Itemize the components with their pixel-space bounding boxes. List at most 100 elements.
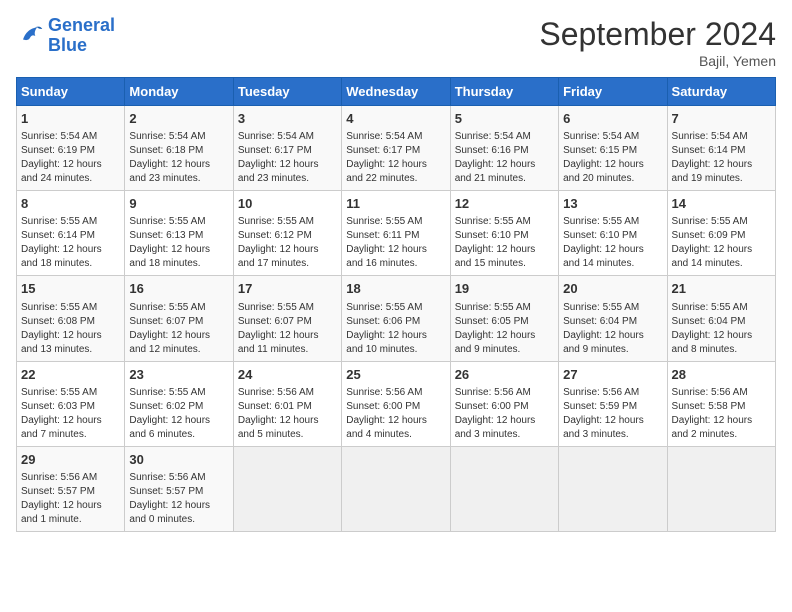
day-info: Sunrise: 5:54 AM Sunset: 6:18 PM Dayligh…: [129, 130, 228, 186]
calendar-cell: [342, 446, 450, 531]
day-info: Sunrise: 5:56 AM Sunset: 5:57 PM Dayligh…: [129, 471, 228, 527]
calendar-cell: 7 Sunrise: 5:54 AM Sunset: 6:14 PM Daylig…: [667, 106, 775, 191]
calendar-cell: 6 Sunrise: 5:54 AM Sunset: 6:15 PM Daylig…: [559, 106, 667, 191]
week-row-2: 8 Sunrise: 5:55 AM Sunset: 6:14 PM Daylig…: [17, 191, 776, 276]
day-number: 20: [563, 280, 662, 298]
day-info: Sunrise: 5:55 AM Sunset: 6:12 PM Dayligh…: [238, 215, 337, 271]
calendar-cell: 2 Sunrise: 5:54 AM Sunset: 6:18 PM Daylig…: [125, 106, 233, 191]
day-info: Sunrise: 5:54 AM Sunset: 6:16 PM Dayligh…: [455, 130, 554, 186]
day-number: 14: [672, 195, 771, 213]
logo-icon: [16, 22, 44, 50]
day-number: 17: [238, 280, 337, 298]
calendar-cell: [559, 446, 667, 531]
title-block: September 2024 Bajil, Yemen: [539, 16, 776, 69]
day-number: 8: [21, 195, 120, 213]
calendar-cell: 25 Sunrise: 5:56 AM Sunset: 6:00 PM Dayli…: [342, 361, 450, 446]
calendar-cell: 16 Sunrise: 5:55 AM Sunset: 6:07 PM Dayli…: [125, 276, 233, 361]
day-number: 24: [238, 366, 337, 384]
day-number: 23: [129, 366, 228, 384]
day-info: Sunrise: 5:54 AM Sunset: 6:19 PM Dayligh…: [21, 130, 120, 186]
day-number: 16: [129, 280, 228, 298]
day-number: 25: [346, 366, 445, 384]
calendar-cell: 17Sunrise: 5:55 AM Sunset: 6:07 PM Dayli…: [233, 276, 341, 361]
calendar-cell: [450, 446, 558, 531]
day-info: Sunrise: 5:54 AM Sunset: 6:17 PM Dayligh…: [238, 130, 337, 186]
day-info: Sunrise: 5:55 AM Sunset: 6:06 PM Dayligh…: [346, 301, 445, 357]
day-number: 27: [563, 366, 662, 384]
day-number: 13: [563, 195, 662, 213]
day-number: 18: [346, 280, 445, 298]
day-info: Sunrise: 5:55 AM Sunset: 6:09 PM Dayligh…: [672, 215, 771, 271]
day-info: Sunrise: 5:55 AM Sunset: 6:10 PM Dayligh…: [455, 215, 554, 271]
day-info: Sunrise: 5:56 AM Sunset: 5:59 PM Dayligh…: [563, 386, 662, 442]
day-info: Sunrise: 5:54 AM Sunset: 6:17 PM Dayligh…: [346, 130, 445, 186]
day-info: Sunrise: 5:55 AM Sunset: 6:14 PM Dayligh…: [21, 215, 120, 271]
column-header-friday: Friday: [559, 78, 667, 106]
day-info: Sunrise: 5:55 AM Sunset: 6:11 PM Dayligh…: [346, 215, 445, 271]
day-info: Sunrise: 5:55 AM Sunset: 6:07 PM Dayligh…: [129, 301, 228, 357]
calendar-cell: 14 Sunrise: 5:55 AM Sunset: 6:09 PM Dayli…: [667, 191, 775, 276]
day-number: 4: [346, 110, 445, 128]
week-row-5: 29 Sunrise: 5:56 AM Sunset: 5:57 PM Dayli…: [17, 446, 776, 531]
page-header: General Blue September 2024 Bajil, Yemen: [16, 16, 776, 69]
day-info: Sunrise: 5:56 AM Sunset: 5:58 PM Dayligh…: [672, 386, 771, 442]
day-info: Sunrise: 5:55 AM Sunset: 6:03 PM Dayligh…: [21, 386, 120, 442]
calendar-cell: 1Sunrise: 5:54 AM Sunset: 6:19 PM Daylig…: [17, 106, 125, 191]
day-number: 7: [672, 110, 771, 128]
day-number: 15: [21, 280, 120, 298]
day-number: 30: [129, 451, 228, 469]
calendar-header: SundayMondayTuesdayWednesdayThursdayFrid…: [17, 78, 776, 106]
day-number: 10: [238, 195, 337, 213]
day-info: Sunrise: 5:56 AM Sunset: 5:57 PM Dayligh…: [21, 471, 120, 527]
calendar-cell: 19 Sunrise: 5:55 AM Sunset: 6:05 PM Dayli…: [450, 276, 558, 361]
day-info: Sunrise: 5:55 AM Sunset: 6:05 PM Dayligh…: [455, 301, 554, 357]
day-info: Sunrise: 5:55 AM Sunset: 6:02 PM Dayligh…: [129, 386, 228, 442]
day-number: 11: [346, 195, 445, 213]
calendar-cell: 5 Sunrise: 5:54 AM Sunset: 6:16 PM Daylig…: [450, 106, 558, 191]
day-number: 5: [455, 110, 554, 128]
day-info: Sunrise: 5:55 AM Sunset: 6:13 PM Dayligh…: [129, 215, 228, 271]
calendar-table: SundayMondayTuesdayWednesdayThursdayFrid…: [16, 77, 776, 532]
logo-text: General Blue: [48, 16, 115, 56]
day-number: 3: [238, 110, 337, 128]
day-info: Sunrise: 5:56 AM Sunset: 6:00 PM Dayligh…: [346, 386, 445, 442]
calendar-cell: 23 Sunrise: 5:55 AM Sunset: 6:02 PM Dayli…: [125, 361, 233, 446]
day-info: Sunrise: 5:54 AM Sunset: 6:15 PM Dayligh…: [563, 130, 662, 186]
day-info: Sunrise: 5:56 AM Sunset: 6:00 PM Dayligh…: [455, 386, 554, 442]
week-row-3: 15Sunrise: 5:55 AM Sunset: 6:08 PM Dayli…: [17, 276, 776, 361]
day-info: Sunrise: 5:55 AM Sunset: 6:10 PM Dayligh…: [563, 215, 662, 271]
day-number: 22: [21, 366, 120, 384]
calendar-cell: 30 Sunrise: 5:56 AM Sunset: 5:57 PM Dayli…: [125, 446, 233, 531]
calendar-cell: 15Sunrise: 5:55 AM Sunset: 6:08 PM Dayli…: [17, 276, 125, 361]
week-row-4: 22 Sunrise: 5:55 AM Sunset: 6:03 PM Dayli…: [17, 361, 776, 446]
calendar-cell: [233, 446, 341, 531]
column-header-monday: Monday: [125, 78, 233, 106]
calendar-cell: 26 Sunrise: 5:56 AM Sunset: 6:00 PM Dayli…: [450, 361, 558, 446]
calendar-cell: 10 Sunrise: 5:55 AM Sunset: 6:12 PM Dayli…: [233, 191, 341, 276]
calendar-cell: [667, 446, 775, 531]
day-number: 2: [129, 110, 228, 128]
calendar-cell: 11 Sunrise: 5:55 AM Sunset: 6:11 PM Dayli…: [342, 191, 450, 276]
calendar-cell: 24 Sunrise: 5:56 AM Sunset: 6:01 PM Dayli…: [233, 361, 341, 446]
day-number: 28: [672, 366, 771, 384]
day-number: 9: [129, 195, 228, 213]
day-info: Sunrise: 5:55 AM Sunset: 6:04 PM Dayligh…: [672, 301, 771, 357]
day-number: 19: [455, 280, 554, 298]
day-number: 29: [21, 451, 120, 469]
column-header-wednesday: Wednesday: [342, 78, 450, 106]
calendar-cell: 20Sunrise: 5:55 AM Sunset: 6:04 PM Dayli…: [559, 276, 667, 361]
column-header-tuesday: Tuesday: [233, 78, 341, 106]
column-header-saturday: Saturday: [667, 78, 775, 106]
day-info: Sunrise: 5:56 AM Sunset: 6:01 PM Dayligh…: [238, 386, 337, 442]
calendar-cell: 3 Sunrise: 5:54 AM Sunset: 6:17 PM Daylig…: [233, 106, 341, 191]
calendar-cell: 28 Sunrise: 5:56 AM Sunset: 5:58 PM Dayli…: [667, 361, 775, 446]
day-number: 6: [563, 110, 662, 128]
day-number: 26: [455, 366, 554, 384]
calendar-cell: 4 Sunrise: 5:54 AM Sunset: 6:17 PM Daylig…: [342, 106, 450, 191]
column-header-thursday: Thursday: [450, 78, 558, 106]
calendar-cell: 22 Sunrise: 5:55 AM Sunset: 6:03 PM Dayli…: [17, 361, 125, 446]
day-number: 21: [672, 280, 771, 298]
calendar-cell: 12Sunrise: 5:55 AM Sunset: 6:10 PM Dayli…: [450, 191, 558, 276]
day-info: Sunrise: 5:54 AM Sunset: 6:14 PM Dayligh…: [672, 130, 771, 186]
calendar-cell: 27 Sunrise: 5:56 AM Sunset: 5:59 PM Dayli…: [559, 361, 667, 446]
